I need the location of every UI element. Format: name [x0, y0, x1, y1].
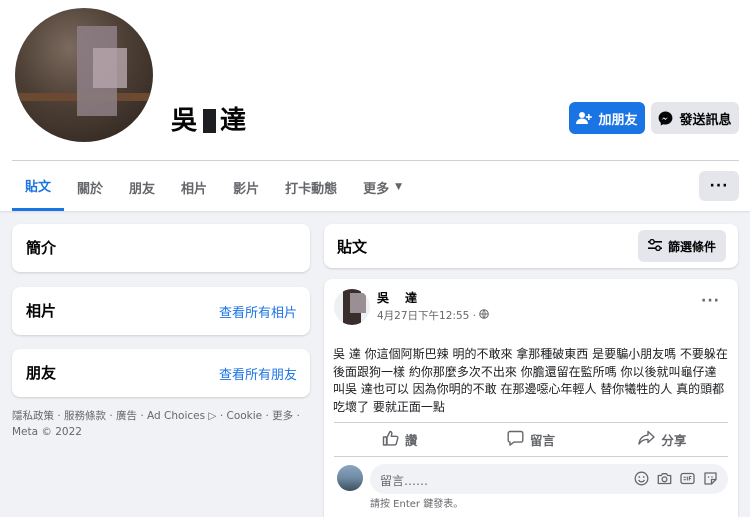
post-time-text: 4月27日下午12:55 ·	[377, 310, 476, 322]
post-divider	[334, 456, 728, 457]
posts-title: 貼文	[337, 238, 368, 256]
comment-input[interactable]: 留言……	[370, 464, 728, 494]
emoji-icon[interactable]	[634, 471, 649, 486]
post-options-button[interactable]: ···	[701, 293, 720, 309]
profile-name-part: 吳	[171, 106, 200, 136]
share-label: 分享	[661, 433, 687, 448]
profile-name-part: 達	[220, 106, 249, 136]
comment-placeholder: 留言……	[380, 474, 429, 488]
tab-label: 朋友	[129, 181, 156, 197]
name-redaction	[203, 109, 217, 133]
messenger-icon	[658, 111, 673, 126]
filter-button[interactable]: 篩選條件	[638, 230, 726, 262]
comment-label: 留言	[529, 433, 555, 448]
friends-card: 朋友 查看所有朋友	[12, 349, 310, 397]
post-author-name[interactable]: 吳 達	[377, 289, 419, 306]
add-friend-button[interactable]: 加朋友	[569, 102, 645, 134]
photos-card: 相片 查看所有相片	[12, 287, 310, 335]
gif-icon[interactable]	[680, 471, 695, 486]
tab-label: 相片	[181, 181, 208, 197]
share-button[interactable]: 分享	[597, 423, 728, 456]
like-button[interactable]: 讚	[334, 423, 465, 456]
see-all-photos-link[interactable]: 查看所有相片	[219, 302, 297, 321]
see-all-friends-link[interactable]: 查看所有朋友	[219, 364, 297, 383]
camera-icon[interactable]	[657, 471, 672, 486]
profile-tabs: 貼文 關於 朋友 相片 影片 打卡動態 更多 ▼	[12, 163, 415, 211]
profile-menu-button[interactable]: ···	[699, 171, 739, 201]
globe-icon	[479, 309, 489, 322]
caret-down-icon: ▼	[395, 182, 403, 192]
share-arrow-icon	[638, 430, 656, 449]
post-card: 吳 達 4月27日下午12:55 · ··· 吳 達 你這個阿斯巴辣 明的不敢來…	[324, 279, 738, 517]
post-author-avatar[interactable]	[334, 289, 370, 325]
tab-posts[interactable]: 貼文	[12, 163, 65, 211]
tab-friends[interactable]: 朋友	[116, 163, 168, 211]
tab-label: 更多	[363, 181, 390, 197]
tab-about[interactable]: 關於	[64, 163, 116, 211]
comment-bubble-icon	[507, 430, 524, 449]
enter-to-post-hint: 請按 Enter 鍵發表。	[370, 499, 464, 510]
filter-sliders-icon	[647, 238, 662, 254]
tab-check-ins[interactable]: 打卡動態	[272, 163, 350, 211]
add-person-icon	[576, 111, 593, 125]
send-message-label: 發送訊息	[679, 112, 732, 128]
post-timestamp[interactable]: 4月27日下午12:55 ·	[377, 308, 489, 323]
post-body: 吳 達 你這個阿斯巴辣 明的不敢來 拿那種破東西 是要騙小朋友嗎 不要躲在後面跟…	[333, 347, 728, 414]
more-dots-icon: ···	[709, 178, 729, 194]
filter-label: 篩選條件	[667, 239, 716, 254]
intro-title: 簡介	[26, 239, 57, 257]
tab-label: 影片	[233, 181, 260, 197]
thumbs-up-icon	[382, 430, 399, 449]
profile-name: 吳達	[171, 100, 248, 137]
add-friend-label: 加朋友	[598, 112, 638, 128]
intro-card: 簡介	[12, 224, 310, 272]
posts-header-card: 貼文 篩選條件	[324, 224, 738, 268]
comment-tools	[634, 471, 718, 486]
tab-label: 貼文	[25, 180, 52, 195]
avatar-blur-mask	[93, 48, 127, 88]
header-divider	[12, 160, 739, 161]
footer-line[interactable]: 隱私政策 · 服務條款 · 廣告 · Ad Choices ▷ · Cookie…	[12, 408, 310, 424]
footer-links: 隱私政策 · 服務條款 · 廣告 · Ad Choices ▷ · Cookie…	[12, 408, 310, 440]
viewer-avatar[interactable]	[337, 465, 363, 491]
more-dots-icon: ···	[701, 293, 720, 309]
avatar-blur-mask	[350, 293, 366, 313]
tab-more[interactable]: 更多 ▼	[350, 163, 415, 211]
tab-label: 打卡動態	[285, 181, 338, 197]
tab-photos[interactable]: 相片	[168, 163, 220, 211]
comment-button[interactable]: 留言	[465, 423, 596, 456]
tab-label: 關於	[77, 181, 104, 197]
sticker-icon[interactable]	[703, 471, 718, 486]
footer-copyright: Meta © 2022	[12, 426, 82, 438]
friends-title: 朋友	[26, 364, 57, 382]
photos-title: 相片	[26, 302, 57, 320]
like-label: 讚	[404, 433, 418, 448]
profile-avatar[interactable]	[11, 4, 157, 146]
send-message-button[interactable]: 發送訊息	[651, 102, 739, 134]
post-actions: 讚 留言 分享	[334, 423, 728, 456]
tab-videos[interactable]: 影片	[220, 163, 272, 211]
